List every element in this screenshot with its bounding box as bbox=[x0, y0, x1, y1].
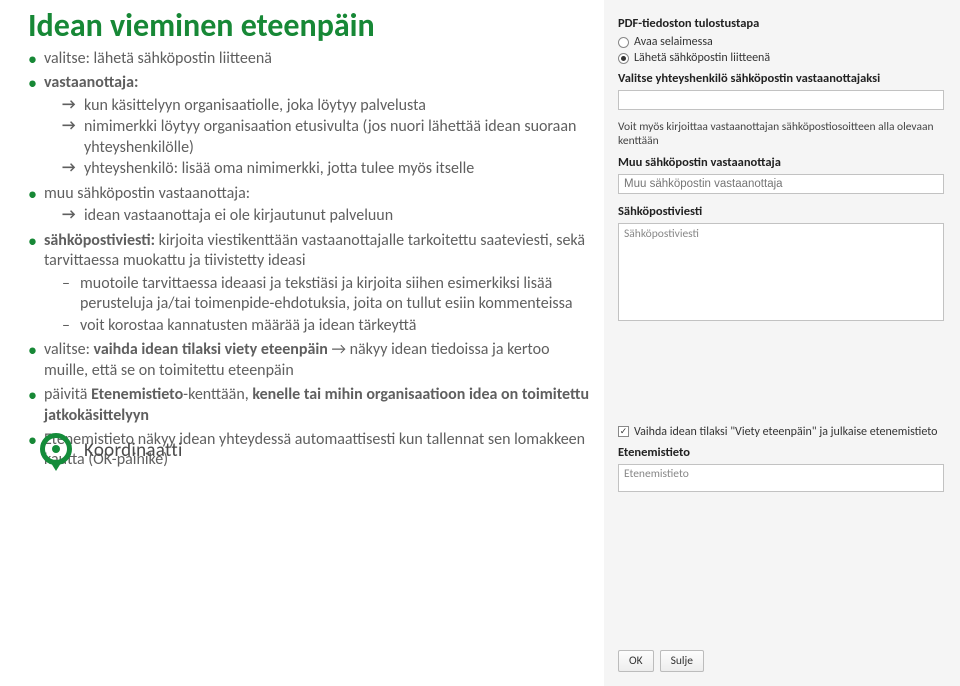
dash-4-2-text: voit korostaa kannatusten määrää ja idea… bbox=[80, 316, 416, 335]
brand-name: Koordinaatti bbox=[84, 439, 183, 462]
bullet-2: vastaanottaja: kun käsittelyyn organisaa… bbox=[28, 73, 594, 179]
arrow-2-2-text: nimimerkki löytyy organisaation etusivul… bbox=[84, 117, 576, 156]
bullet-5-bold: vaihda idean tilaksi viety eteenpäin bbox=[93, 340, 327, 359]
speech-bubble-icon bbox=[40, 433, 74, 469]
ok-button[interactable]: OK bbox=[618, 650, 654, 672]
radio-icon bbox=[618, 37, 629, 48]
arrow-3-1: idean vastaanottaja ei ole kirjautunut p… bbox=[62, 206, 594, 226]
arrow-2-3: yhteyshenkilö: lisää oma nimimerkki, jot… bbox=[62, 159, 594, 179]
bullet-1-text: valitse: lähetä sähköpostin liitteenä bbox=[44, 49, 272, 68]
bullet-1: valitse: lähetä sähköpostin liitteenä bbox=[28, 49, 594, 69]
bullet-6-bold1: Etenemistieto bbox=[91, 385, 183, 404]
dash-4-1: muotoile tarvittaessa ideaasi ja tekstiä… bbox=[62, 274, 594, 315]
change-status-label: Vaihda idean tilaksi "Viety eteenpäin" j… bbox=[634, 425, 937, 439]
close-button[interactable]: Sulje bbox=[660, 650, 704, 672]
contact-input[interactable] bbox=[618, 90, 944, 110]
bullet-3-lead: muu sähköpostin vastaanottaja: bbox=[44, 184, 250, 203]
radio-icon bbox=[618, 53, 629, 64]
arrow-2-1-text: kun käsittelyyn organisaatiolle, joka lö… bbox=[84, 96, 426, 115]
checkbox-icon: ✓ bbox=[618, 426, 629, 437]
dash-4-2: voit korostaa kannatusten määrää ja idea… bbox=[62, 316, 594, 336]
page-title: Idean vieminen eteenpäin bbox=[28, 6, 594, 45]
arrow-2-3-text: yhteyshenkilö: lisää oma nimimerkki, jot… bbox=[84, 159, 474, 178]
form-panel: PDF-tiedoston tulostustapa Avaa selaimes… bbox=[604, 0, 960, 686]
contact-note: Voit myös kirjoittaa vastaanottajan sähk… bbox=[618, 120, 944, 149]
arrow-2-2: nimimerkki löytyy organisaation etusivul… bbox=[62, 117, 594, 158]
bullet-5: valitse: vaihda idean tilaksi viety etee… bbox=[28, 340, 594, 381]
arrow-3-1-text: idean vastaanottaja ei ole kirjautunut p… bbox=[84, 206, 393, 225]
progress-info-heading: Etenemistieto bbox=[618, 445, 944, 460]
select-contact-heading: Valitse yhteyshenkilö sähköpostin vastaa… bbox=[618, 71, 944, 86]
bullet-2-lead: vastaanottaja: bbox=[44, 73, 138, 92]
bullet-3: muu sähköpostin vastaanottaja: idean vas… bbox=[28, 184, 594, 227]
arrow-2-1: kun käsittelyyn organisaatiolle, joka lö… bbox=[62, 96, 594, 116]
bullet-6-mid: -kenttään, bbox=[183, 385, 252, 404]
dash-4-1-text: muotoile tarvittaessa ideaasi ja tekstiä… bbox=[80, 274, 573, 313]
brand-logo: Koordinaatti bbox=[40, 433, 183, 469]
bullet-6: päivitä Etenemistieto-kenttään, kenelle … bbox=[28, 385, 594, 426]
bullet-4-pre: sähköpostiviesti: bbox=[44, 231, 155, 250]
progress-info-input[interactable]: Etenemistieto bbox=[618, 464, 944, 492]
change-status-checkbox[interactable]: ✓ Vaihda idean tilaksi "Viety eteenpäin"… bbox=[618, 425, 944, 439]
pdf-output-heading: PDF-tiedoston tulostustapa bbox=[618, 16, 944, 31]
other-recipient-input[interactable] bbox=[618, 174, 944, 194]
bullet-6-pre: päivitä bbox=[44, 385, 91, 404]
radio-send-attachment-label: Lähetä sähköpostin liitteenä bbox=[634, 51, 770, 65]
radio-open-browser-label: Avaa selaimessa bbox=[634, 35, 713, 49]
email-message-heading: Sähköpostiviesti bbox=[618, 204, 944, 219]
bullet-5-pre: valitse: bbox=[44, 340, 93, 359]
bullet-4: sähköpostiviesti: kirjoita viestikenttää… bbox=[28, 231, 594, 336]
email-message-input[interactable]: Sähköpostiviesti bbox=[618, 223, 944, 321]
other-recipient-heading: Muu sähköpostin vastaanottaja bbox=[618, 155, 944, 170]
radio-send-attachment[interactable]: Lähetä sähköpostin liitteenä bbox=[618, 51, 944, 65]
radio-open-browser[interactable]: Avaa selaimessa bbox=[618, 35, 944, 49]
